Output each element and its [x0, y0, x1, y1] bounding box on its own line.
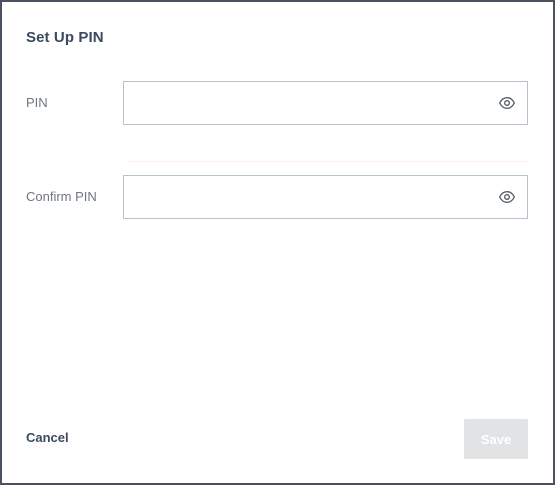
- confirm-pin-label: Confirm PIN: [26, 189, 97, 204]
- pin-field-container: [123, 81, 528, 125]
- cancel-button[interactable]: Cancel: [26, 430, 69, 445]
- confirm-pin-input[interactable]: [124, 176, 484, 218]
- setup-pin-dialog: Set Up PIN PIN Confirm PIN Cancel Save: [0, 0, 555, 485]
- save-button[interactable]: Save: [464, 419, 528, 459]
- eye-icon[interactable]: [499, 95, 515, 111]
- pin-label: PIN: [26, 95, 48, 110]
- pin-input[interactable]: [124, 82, 484, 124]
- dialog-title: Set Up PIN: [26, 29, 104, 46]
- divider: [128, 161, 528, 162]
- confirm-pin-field-container: [123, 175, 528, 219]
- eye-icon[interactable]: [499, 189, 515, 205]
